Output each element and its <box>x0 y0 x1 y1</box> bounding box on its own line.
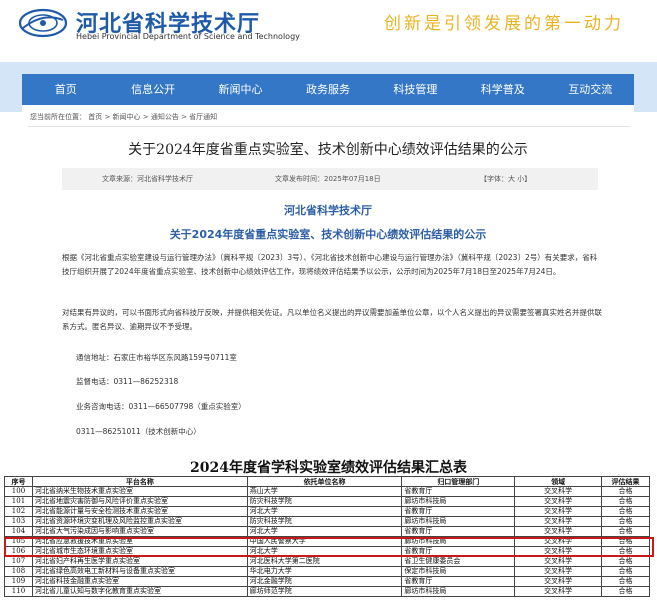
cell-host-unit: 防灾科技学院 <box>246 496 403 507</box>
consult-phone: 业务咨询电话：0311—66507798（重点实验室） <box>76 402 246 411</box>
cell-field: 交叉科学 <box>514 516 603 527</box>
cell-host-unit: 华北电力大学 <box>246 566 403 577</box>
cell-platform: 河北省绿色高效电工新材料与设备重点实验室 <box>31 566 248 577</box>
table-row: 103 河北省资源环境灾变机理及风险监控重点实验室 防灾科技学院 廊坊市科技局 交叉科学… <box>4 516 650 527</box>
cell-field: 交叉科学 <box>514 486 603 497</box>
table-header-row: 序号 平台名称 依托单位名称 归口管理部门 领域 评估结果 <box>4 476 650 487</box>
main-nav: 首页 信息公开 新闻中心 政务服务 科技管理 科学普及 互动交流 <box>22 74 634 105</box>
cell-field: 交叉科学 <box>514 496 603 507</box>
nav-item-services[interactable]: 政务服务 <box>284 74 371 105</box>
nav-item-home[interactable]: 首页 <box>22 74 109 105</box>
cell-field: 交叉科学 <box>514 586 603 597</box>
table-row: 107 河北省妇产科再生医学重点实验室 河北医科大学第二医院 省卫生健康委员会 交叉科学… <box>4 556 650 567</box>
cell-field: 交叉科学 <box>514 576 603 587</box>
cell-result: 合格 <box>601 576 650 587</box>
cell-result: 合格 <box>601 516 650 527</box>
table-row: 100 河北省纳米生物技术重点实验室 燕山大学 省教育厅 交叉科学 合格 <box>4 486 650 497</box>
article-paragraph-1: 根据《河北省重点实验室建设与运行管理办法》（冀科平规〔2023〕3号）、《河北省… <box>62 253 598 276</box>
cell-index: 102 <box>4 506 33 517</box>
column-header-result: 评估结果 <box>601 476 650 487</box>
contact-address: 通信地址：石家庄市裕华区东风路159号0711室 <box>76 353 237 362</box>
cell-department: 省教育厅 <box>401 506 516 517</box>
cell-host-unit: 燕山大学 <box>246 486 403 497</box>
cell-platform: 河北省大气污染成因与影响重点实验室 <box>31 526 248 537</box>
cell-index: 101 <box>4 496 33 507</box>
cell-department: 省卫生健康委员会 <box>401 556 516 567</box>
table-row: 109 河北省科技金融重点实验室 河北金融学院 省教育厅 交叉科学 合格 <box>4 576 650 587</box>
cell-index: 103 <box>4 516 33 527</box>
table-title: 2024年度省学科实验室绩效评估结果汇总表 <box>190 460 467 476</box>
highlight-box <box>4 537 654 557</box>
column-header-host-unit: 依托单位名称 <box>246 476 403 487</box>
cell-field: 交叉科学 <box>514 506 603 517</box>
cell-result: 合格 <box>601 506 650 517</box>
cell-platform: 河北省地震灾害防御与风险评价重点实验室 <box>31 496 248 507</box>
table-row: 101 河北省地震灾害防御与风险评价重点实验室 防灾科技学院 廊坊市科技局 交叉科学 合格 <box>4 496 650 507</box>
issuing-organization: 河北省科学技术厅 <box>284 204 372 217</box>
column-header-index: 序号 <box>4 476 33 487</box>
cell-department: 廊坊市科技局 <box>401 586 516 597</box>
breadcrumb-divider <box>28 126 630 127</box>
table-row: 104 河北省大气污染成因与影响重点实验室 河北大学 省教育厅 交叉科学 合格 <box>4 526 650 537</box>
nav-item-news[interactable]: 新闻中心 <box>197 74 284 105</box>
article-date: 文章发布时间：2025年07月18日 <box>275 175 381 183</box>
nav-item-info-public[interactable]: 信息公开 <box>109 74 196 105</box>
cell-result: 合格 <box>601 566 650 577</box>
cell-host-unit: 河北医科大学第二医院 <box>246 556 403 567</box>
cell-field: 交叉科学 <box>514 526 603 537</box>
cell-result: 合格 <box>601 586 650 597</box>
breadcrumb[interactable]: 您当前所在位置： 首页 > 新闻中心 > 通知公告 > 省厅通知 <box>30 112 217 122</box>
column-header-platform: 平台名称 <box>31 476 248 487</box>
cell-department: 廊坊市科技局 <box>401 496 516 507</box>
cell-result: 合格 <box>601 486 650 497</box>
column-header-field: 领域 <box>514 476 603 487</box>
article-meta-bar: 文章来源：河北省科学技术厅 文章发布时间：2025年07月18日 【字体：大 小… <box>62 168 598 190</box>
cell-index: 109 <box>4 576 33 587</box>
cell-result: 合格 <box>601 556 650 567</box>
cell-index: 107 <box>4 556 33 567</box>
cell-host-unit: 河北金融学院 <box>246 576 403 587</box>
cell-host-unit: 廊坊师范学院 <box>246 586 403 597</box>
nav-item-science-popularization[interactable]: 科学普及 <box>459 74 546 105</box>
cell-index: 100 <box>4 486 33 497</box>
nav-item-interaction[interactable]: 互动交流 <box>547 74 634 105</box>
nav-item-tech-management[interactable]: 科技管理 <box>372 74 459 105</box>
cell-index: 110 <box>4 586 33 597</box>
innovation-center-phone: 0311—86251011（技术创新中心） <box>76 427 201 436</box>
cell-index: 104 <box>4 526 33 537</box>
cell-department: 保定市科技局 <box>401 566 516 577</box>
cell-platform: 河北省妇产科再生医学重点实验室 <box>31 556 248 567</box>
slogan: 创新是引领发展的第一动力 <box>384 14 624 34</box>
article-source: 文章来源：河北省科学技术厅 <box>102 175 193 183</box>
article-subtitle: 关于2024年度省重点实验室、技术创新中心绩效评估结果的公示 <box>169 228 487 241</box>
cell-index: 108 <box>4 566 33 577</box>
page-title: 关于2024年度省重点实验室、技术创新中心绩效评估结果的公示 <box>128 142 528 158</box>
cell-platform: 河北省儿童认知与数字化教育重点实验室 <box>31 586 248 597</box>
cell-host-unit: 河北大学 <box>246 506 403 517</box>
cell-result: 合格 <box>601 526 650 537</box>
table-row: 108 河北省绿色高效电工新材料与设备重点实验室 华北电力大学 保定市科技局 交叉科学合… <box>4 566 650 577</box>
site-header: 河北省科学技术厅 Hebei Provincial Department of … <box>0 0 657 62</box>
cell-host-unit: 防灾科技学院 <box>246 516 403 527</box>
table-row: 110 河北省儿童认知与数字化教育重点实验室 廊坊师范学院 廊坊市科技局 交叉科学 合格 <box>4 586 650 597</box>
cell-platform: 河北省科技金融重点实验室 <box>31 576 248 587</box>
hebei-science-logo-icon[interactable] <box>18 8 68 38</box>
cell-result: 合格 <box>601 496 650 507</box>
article-paragraph-2: 对结果有异议的，可以书面形式向省科技厅反映，并提供相关佐证。凡以单位名义提出的异… <box>62 308 602 331</box>
cell-department: 省教育厅 <box>401 526 516 537</box>
cell-department: 省教育厅 <box>401 486 516 497</box>
cell-platform: 河北省纳米生物技术重点实验室 <box>31 486 248 497</box>
font-size-toggle[interactable]: 【字体：大 小】 <box>480 174 531 184</box>
cell-platform: 河北省能源计量与安全检测技术重点实验室 <box>31 506 248 517</box>
cell-host-unit: 河北大学 <box>246 526 403 537</box>
cell-field: 交叉科学 <box>514 566 603 577</box>
site-name-en: Hebei Provincial Department of Science a… <box>76 32 300 41</box>
column-header-department: 归口管理部门 <box>401 476 516 487</box>
cell-department: 省教育厅 <box>401 576 516 587</box>
supervision-phone: 监督电话：0311—86252318 <box>76 377 179 386</box>
cell-field: 交叉科学 <box>514 556 603 567</box>
table-row: 102 河北省能源计量与安全检测技术重点实验室 河北大学 省教育厅 交叉科学 合格 <box>4 506 650 517</box>
cell-platform: 河北省资源环境灾变机理及风险监控重点实验室 <box>31 516 248 527</box>
cell-department: 廊坊市科技局 <box>401 516 516 527</box>
